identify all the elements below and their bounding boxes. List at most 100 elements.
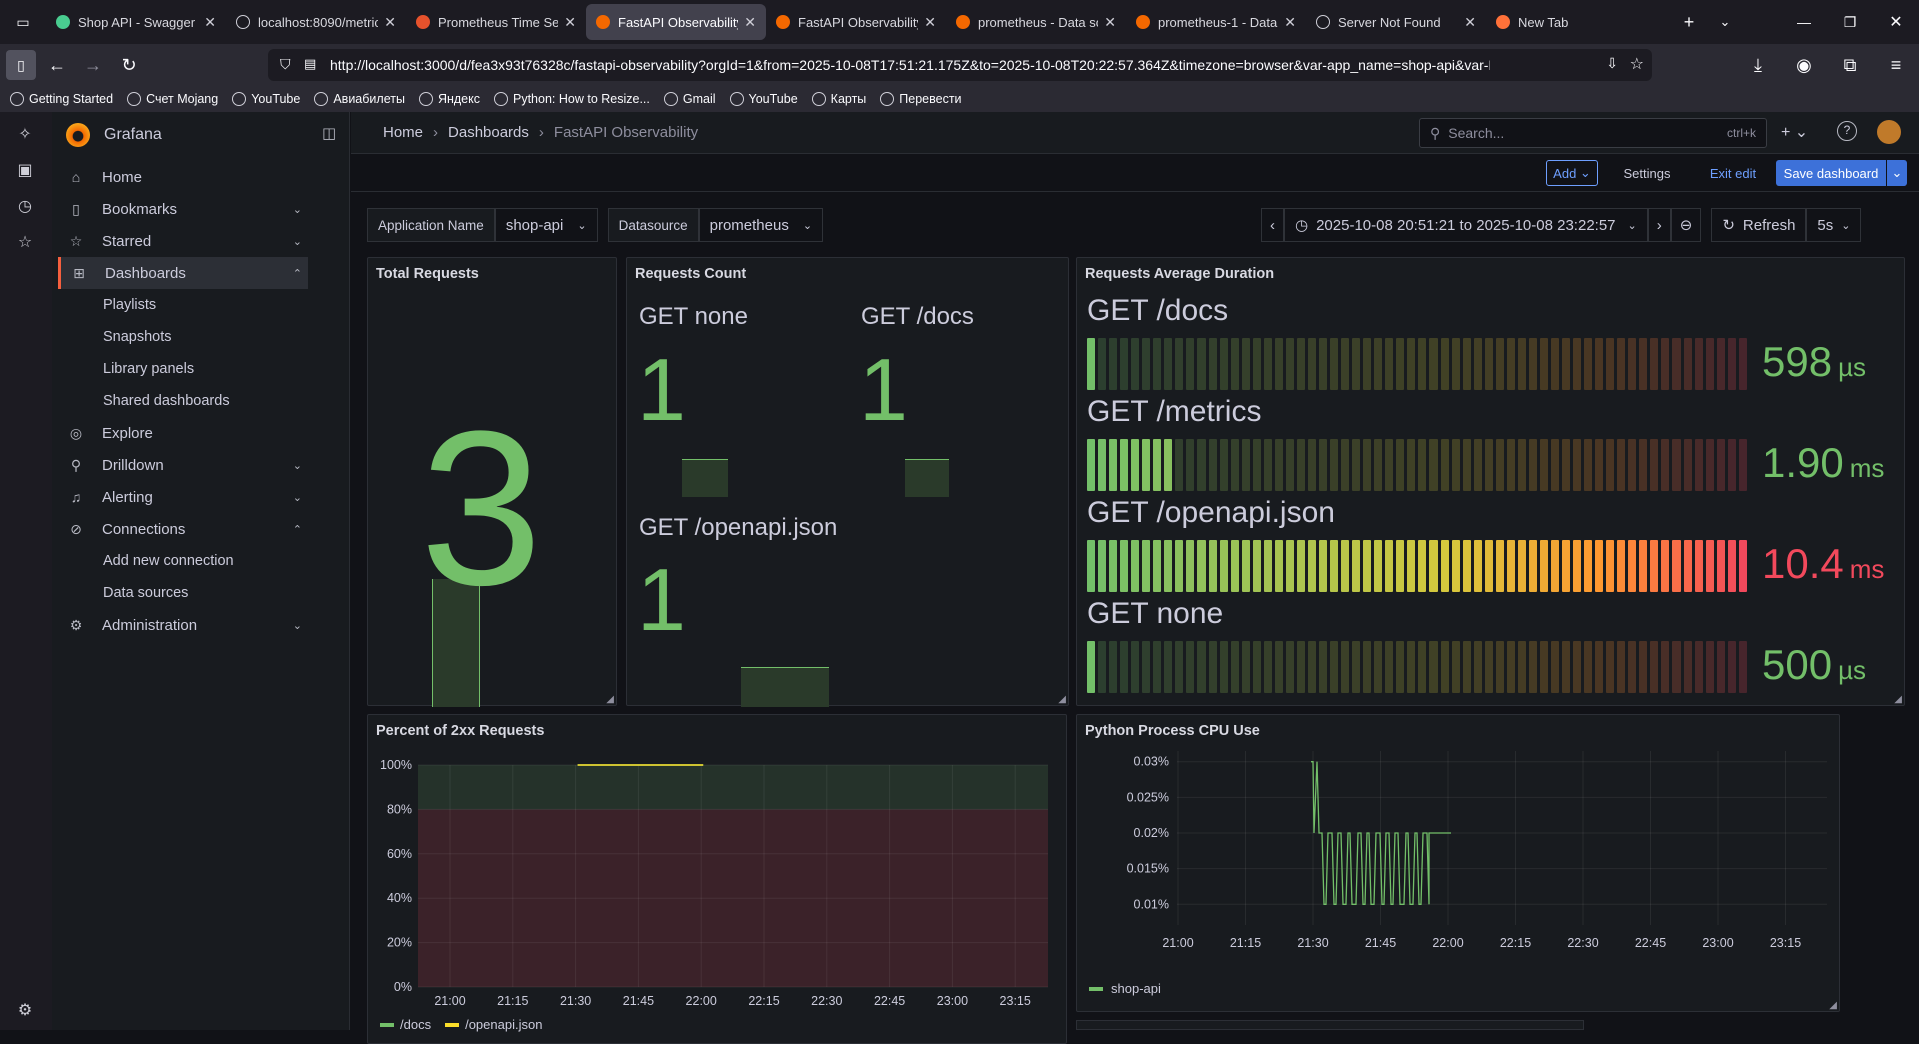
reload-icon[interactable]: ↻: [114, 50, 144, 80]
url-text[interactable]: http://localhost:3000/d/fea3x93t76328c/f…: [330, 57, 1490, 73]
resize-handle-icon[interactable]: ◢: [1058, 694, 1066, 705]
bookmark-star-icon[interactable]: ☆: [1630, 54, 1644, 74]
settings-button[interactable]: Settings: [1615, 160, 1679, 186]
sync-tabs-icon[interactable]: ▣: [14, 160, 36, 182]
account-icon[interactable]: ◉: [1789, 50, 1819, 80]
sidebar-toggle-icon[interactable]: ▯: [6, 50, 36, 80]
chevron-down-icon[interactable]: ⌄: [293, 491, 302, 504]
panel-requests-average-duration[interactable]: Requests Average Duration GET /docs 598 µs…: [1076, 257, 1905, 706]
tab-close-icon[interactable]: ✕: [1464, 14, 1476, 31]
panel-percent-2xx[interactable]: Percent of 2xx Requests 0% 20% 40% 60% 80% 10…: [367, 714, 1067, 1044]
tab-close-icon[interactable]: ✕: [1284, 14, 1296, 31]
tab-close-icon[interactable]: ✕: [744, 14, 756, 31]
browser-tab[interactable]: FastAPI Observability | ✕: [766, 4, 946, 40]
resize-handle-icon[interactable]: ◢: [1894, 694, 1902, 705]
bookmark-item[interactable]: Gmail: [663, 92, 716, 106]
back-icon[interactable]: ←: [42, 50, 72, 80]
browser-tab[interactable]: localhost:8090/metrics ✕: [226, 4, 406, 40]
ai-sparkle-icon[interactable]: ✧: [14, 124, 36, 146]
save-options-chevron-icon[interactable]: ⌄: [1887, 160, 1907, 186]
resize-handle-icon[interactable]: ◢: [606, 694, 614, 705]
browser-tab[interactable]: Prometheus Time Serie ✕: [406, 4, 586, 40]
nav-explore[interactable]: ◎ Explore: [58, 417, 308, 449]
history-icon[interactable]: ◷: [14, 196, 36, 218]
tab-close-icon[interactable]: ✕: [564, 14, 576, 31]
nav-home[interactable]: ⌂ Home: [58, 161, 308, 193]
chevron-down-icon[interactable]: ⌄: [293, 235, 302, 248]
chevron-down-icon[interactable]: ⌄: [293, 203, 302, 216]
bookmark-item[interactable]: Перевести: [880, 92, 962, 106]
bookmark-item[interactable]: Яндекс: [418, 92, 480, 106]
new-tab-icon[interactable]: +: [1674, 7, 1704, 37]
crumb-home[interactable]: Home: [383, 124, 423, 141]
panel-total-requests[interactable]: Total Requests 3 ◢: [367, 257, 617, 707]
nav-drilldown[interactable]: ⚲ Drilldown ⌄: [58, 449, 308, 481]
restore-icon[interactable]: ❐: [1827, 14, 1873, 31]
shield-icon[interactable]: ⛉: [280, 56, 291, 73]
grafana-brand[interactable]: Grafana: [66, 122, 162, 148]
browser-tab[interactable]: Shop API - Swagger UI ✕: [46, 4, 226, 40]
tab-close-icon[interactable]: ✕: [1104, 14, 1116, 31]
bookmarks-panel-icon[interactable]: ☆: [14, 232, 36, 254]
zoom-out-icon[interactable]: ⊖: [1670, 208, 1702, 242]
tab-list-icon[interactable]: ▭: [8, 7, 38, 37]
chevron-down-icon[interactable]: ⌄: [293, 619, 302, 632]
menu-icon[interactable]: ≡: [1881, 50, 1911, 80]
tab-close-icon[interactable]: ✕: [924, 14, 936, 31]
bookmark-item[interactable]: YouTube: [232, 92, 300, 106]
downloads-icon[interactable]: ⤓: [1743, 50, 1773, 80]
bookmark-item[interactable]: Python: How to Resize...: [494, 92, 650, 106]
time-shift-back-icon[interactable]: ‹: [1261, 208, 1284, 242]
crumb-dashboards[interactable]: Dashboards: [448, 124, 529, 141]
nav-library-panels[interactable]: Library panels: [103, 354, 194, 384]
time-range-button[interactable]: ◷ 2025-10-08 20:51:21 to 2025-10-08 23:22…: [1284, 208, 1648, 242]
add-button[interactable]: Add ⌄: [1546, 160, 1598, 186]
panel-requests-count[interactable]: Requests Count GET none 1 GET /docs 1 GE…: [626, 257, 1069, 707]
nav-bookmarks[interactable]: ▯ Bookmarks ⌄: [58, 193, 308, 225]
avatar[interactable]: [1877, 120, 1901, 144]
save-dashboard-button[interactable]: Save dashboard: [1776, 160, 1886, 186]
browser-tab[interactable]: prometheus - Data sou ✕: [946, 4, 1126, 40]
rail-settings-icon[interactable]: ⚙: [14, 1000, 36, 1022]
resize-handle-icon[interactable]: ◢: [1829, 1000, 1837, 1011]
nav-playlists[interactable]: Playlists: [103, 290, 156, 320]
forward-icon[interactable]: →: [78, 50, 108, 80]
panel-python-cpu[interactable]: Python Process CPU Use 0.01% 0.015% 0.02% 0…: [1076, 714, 1840, 1012]
nav-snapshots[interactable]: Snapshots: [103, 322, 172, 352]
browser-tab[interactable]: prometheus-1 - Data s ✕: [1126, 4, 1306, 40]
bookmark-item[interactable]: Счет Mojang: [127, 92, 218, 106]
nav-alerting[interactable]: ♫ Alerting ⌄: [58, 481, 308, 513]
bookmark-item[interactable]: YouTube: [729, 92, 798, 106]
var-datasource-select[interactable]: prometheus ⌄: [698, 208, 824, 242]
bookmark-item[interactable]: Getting Started: [10, 92, 113, 106]
dock-menu-icon[interactable]: ◫: [322, 124, 336, 142]
refresh-button[interactable]: ↻ Refresh: [1711, 208, 1807, 242]
page-action-icon[interactable]: ⇩: [1606, 55, 1618, 72]
nav-data-sources[interactable]: Data sources: [103, 578, 188, 608]
time-shift-forward-icon[interactable]: ›: [1647, 208, 1671, 242]
close-window-icon[interactable]: ✕: [1873, 12, 1919, 32]
refresh-interval-select[interactable]: 5s ⌄: [1806, 208, 1862, 242]
nav-connections[interactable]: ⊘ Connections ⌃: [58, 513, 308, 545]
chevron-down-icon[interactable]: ⌄: [293, 459, 302, 472]
chevron-up-icon[interactable]: ⌃: [293, 523, 302, 536]
bookmark-item[interactable]: Авиабилеты: [314, 92, 405, 106]
help-icon[interactable]: ?: [1837, 121, 1857, 141]
tab-close-icon[interactable]: ✕: [204, 14, 216, 31]
search-input[interactable]: ⚲ Search... ctrl+k: [1419, 118, 1767, 148]
nav-add-new-connection[interactable]: Add new connection: [103, 546, 234, 576]
browser-tab[interactable]: Server Not Found ✕: [1306, 4, 1486, 40]
url-bar[interactable]: ⛉ ▤ http://localhost:3000/d/fea3x93t7632…: [268, 49, 1652, 81]
nav-administration[interactable]: ⚙ Administration ⌄: [58, 609, 308, 641]
nav-dashboards[interactable]: ⊞ Dashboards ⌃: [58, 257, 308, 289]
tab-overflow-icon[interactable]: ⌄: [1710, 7, 1740, 37]
chevron-up-icon[interactable]: ⌃: [293, 267, 302, 280]
extensions-icon[interactable]: ⧉: [1835, 50, 1865, 80]
exit-edit-button[interactable]: Exit edit: [1701, 160, 1765, 186]
tab-close-icon[interactable]: ✕: [384, 14, 396, 31]
bookmark-item[interactable]: Карты: [811, 92, 866, 106]
new-menu-button[interactable]: + ⌄: [1781, 122, 1808, 142]
browser-tab[interactable]: New Tab: [1486, 4, 1666, 40]
browser-tab[interactable]: FastAPI Observability - ✕: [586, 4, 766, 40]
var-app-name-select[interactable]: shop-api ⌄: [494, 208, 598, 242]
